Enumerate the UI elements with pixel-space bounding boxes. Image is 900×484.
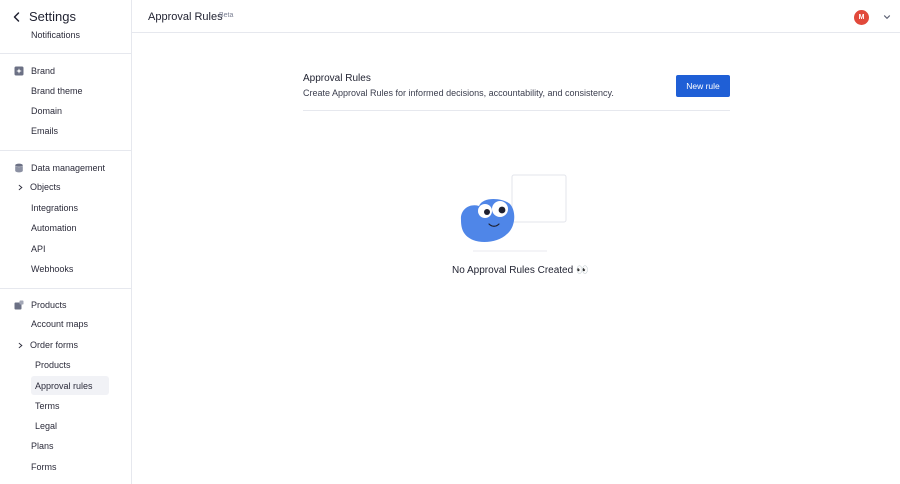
sidebar-header: Settings — [0, 0, 131, 33]
section-title: Approval Rules — [303, 73, 371, 84]
sidebar-item-domain[interactable]: Domain — [31, 106, 62, 116]
sidebar-item-emails[interactable]: Emails — [31, 126, 58, 136]
sidebar-group-label: Order forms — [30, 340, 79, 350]
sidebar-item-api[interactable]: API — [31, 244, 46, 254]
database-icon — [14, 163, 24, 173]
sidebar-group-label: Objects — [30, 182, 61, 192]
arrow-left-icon — [13, 12, 20, 22]
sidebar-section-label: Products — [31, 300, 67, 310]
sidebar-group-order-forms[interactable]: Order forms — [16, 340, 78, 350]
sidebar-item-products[interactable]: Products — [35, 360, 71, 370]
sidebar-item-terms[interactable]: Terms — [35, 401, 60, 411]
sidebar-item-notifications[interactable]: Notifications — [31, 30, 80, 40]
sidebar-item-brand-theme[interactable]: Brand theme — [31, 86, 83, 96]
sidebar-item-legal[interactable]: Legal — [35, 421, 57, 431]
back-button[interactable] — [8, 8, 26, 26]
sidebar-group-objects[interactable]: Objects — [16, 182, 61, 192]
sidebar-section-products: Products — [14, 300, 67, 310]
sidebar-item-integrations[interactable]: Integrations — [31, 203, 78, 213]
empty-state-illustration — [455, 172, 571, 254]
empty-state-message: No Approval Rules Created 👀 — [452, 265, 589, 276]
sidebar-item-webhooks[interactable]: Webhooks — [31, 264, 73, 274]
new-rule-button[interactable]: New rule — [676, 75, 730, 97]
avatar-initials: M — [858, 14, 865, 21]
chevron-right-icon — [16, 341, 24, 349]
sidebar-section-brand: Brand — [14, 66, 55, 76]
sidebar-item-account-maps[interactable]: Account maps — [31, 319, 88, 329]
sidebar-section-label: Data management — [31, 163, 106, 173]
sidebar-divider — [0, 53, 131, 54]
sidebar-title: Settings — [29, 9, 76, 24]
top-bar: Approval Rules Beta M — [132, 0, 900, 33]
chevron-right-icon — [16, 183, 24, 191]
sidebar-divider — [0, 288, 131, 289]
content-header: Approval Rules Create Approval Rules for… — [303, 73, 730, 111]
page-title: Approval Rules — [148, 11, 223, 23]
chevron-down-icon[interactable] — [882, 12, 892, 22]
box-icon — [14, 300, 24, 310]
sidebar-item-automation[interactable]: Automation — [31, 223, 77, 233]
sidebar-section-data-management: Data management — [14, 163, 105, 173]
sidebar-item-plans[interactable]: Plans — [31, 441, 54, 451]
sidebar-section-label: Brand — [31, 66, 56, 76]
sidebar-divider — [0, 150, 131, 151]
sidebar-item-forms[interactable]: Forms — [31, 462, 57, 472]
sidebar-item-approval-rules[interactable]: Approval rules — [35, 381, 93, 391]
brand-icon — [14, 66, 24, 76]
avatar[interactable]: M — [854, 10, 869, 25]
settings-sidebar: Settings Notifications Brand Brand theme… — [0, 0, 132, 484]
beta-badge: Beta — [219, 12, 234, 19]
section-description: Create Approval Rules for informed decis… — [303, 88, 614, 98]
